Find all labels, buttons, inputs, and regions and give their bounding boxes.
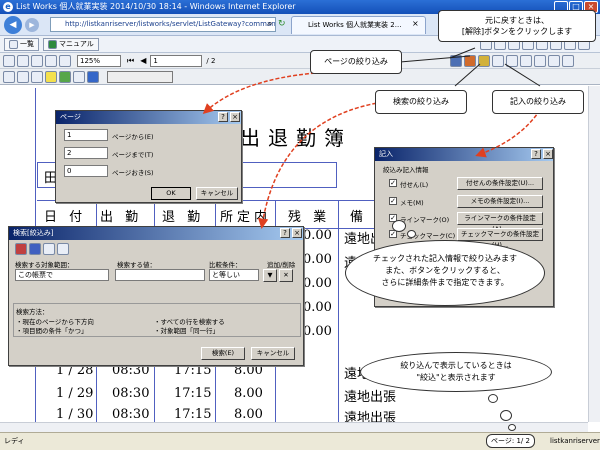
page-filter-arrow <box>202 72 316 115</box>
entry-filter-callout: 記入の絞り込み <box>492 90 584 114</box>
release-callout: 元に戻すときは、 [解除]ボタンをクリックします <box>438 10 596 42</box>
search-filter-arrow <box>257 99 401 229</box>
entry-filter-arrow <box>475 109 541 158</box>
callout-pointer <box>399 55 471 63</box>
cloud-bubble <box>488 394 498 403</box>
callout-pointer <box>504 63 541 87</box>
checked-info-cloud: チェックされた記入情報で絞り込みます また、ボタンをクリックすると、 さらに詳細… <box>345 240 545 306</box>
cloud-bubble <box>500 410 512 421</box>
cloud-bubble <box>508 424 516 431</box>
cloud-bubble <box>407 230 416 238</box>
callout-pointer <box>454 63 481 87</box>
cloud-bubble <box>392 220 406 232</box>
page-filter-callout: ページの絞り込み <box>310 50 402 74</box>
filtered-note-cloud: 絞り込んで表示しているときは "絞込"と表示されます <box>360 352 552 392</box>
search-filter-callout: 検索の絞り込み <box>375 90 467 114</box>
